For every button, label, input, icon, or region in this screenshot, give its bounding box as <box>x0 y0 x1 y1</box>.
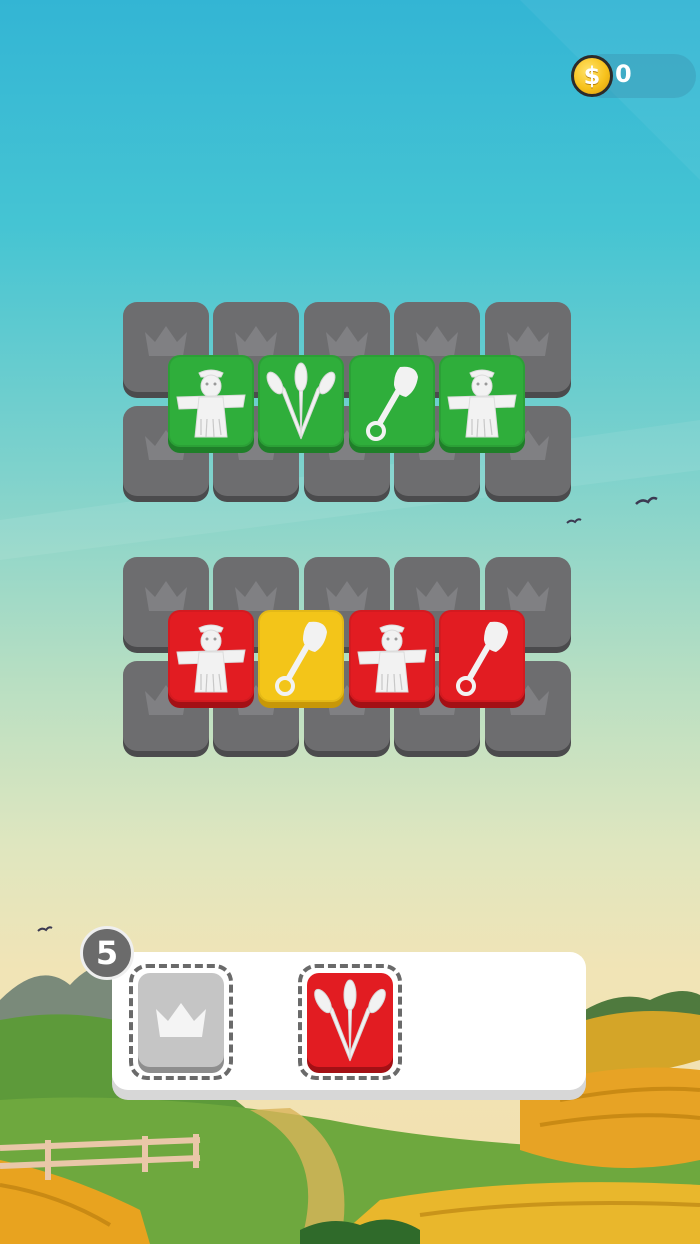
tile-green-shovel[interactable] <box>349 355 435 447</box>
tray-tile-red-wheat[interactable] <box>307 973 393 1067</box>
tile-red-scarecrow[interactable] <box>349 610 435 702</box>
tray-slot-2[interactable] <box>298 964 402 1080</box>
scarecrow-icon <box>357 624 427 693</box>
scarecrow-icon <box>176 624 246 693</box>
tile-red-shovel[interactable] <box>439 610 525 702</box>
tile-yellow-shovel[interactable] <box>258 610 344 702</box>
coin-icon: $ <box>571 55 613 97</box>
shovel-icon <box>456 621 508 696</box>
tray-slot-1[interactable] <box>129 964 233 1080</box>
coin-count: 0 <box>615 60 632 88</box>
empty-slot-tile <box>138 973 224 1067</box>
tile-green-wheat[interactable] <box>258 355 344 447</box>
crown-icon <box>156 1003 206 1037</box>
scarecrow-icon <box>447 369 517 438</box>
coin-symbol: $ <box>583 62 601 90</box>
shovel-icon <box>366 366 418 441</box>
remaining-count: 5 <box>95 934 119 972</box>
remaining-moves-badge: 5 <box>80 926 134 980</box>
bird-icon <box>566 518 582 524</box>
tile-red-scarecrow[interactable] <box>168 610 254 702</box>
scarecrow-icon <box>176 369 246 438</box>
shovel-icon <box>275 621 327 696</box>
wheat-icon <box>314 979 386 1062</box>
wheat-icon <box>266 362 336 440</box>
tile-green-scarecrow[interactable] <box>439 355 525 447</box>
tile-green-scarecrow[interactable] <box>168 355 254 447</box>
bird-icon <box>37 926 53 932</box>
bird-icon <box>635 496 658 505</box>
collection-tray <box>112 952 586 1090</box>
